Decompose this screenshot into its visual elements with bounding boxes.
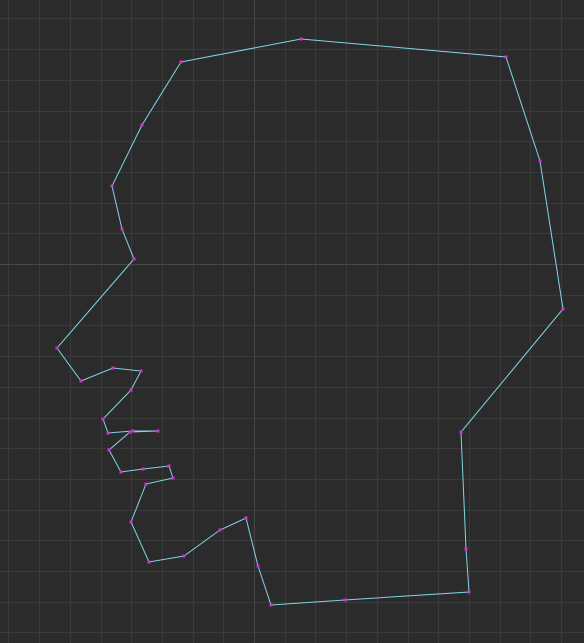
- vertex-handle[interactable]: [343, 598, 347, 602]
- vertex-handle[interactable]: [128, 430, 132, 434]
- vertex-handle[interactable]: [269, 603, 273, 607]
- vertex-handle[interactable]: [244, 516, 248, 520]
- vertex-handle[interactable]: [106, 431, 110, 435]
- vertex-handle[interactable]: [107, 448, 111, 452]
- vertex-handle[interactable]: [55, 346, 59, 350]
- vertex-handle[interactable]: [459, 430, 463, 434]
- vertex-handle[interactable]: [129, 520, 133, 524]
- vertex-handle[interactable]: [147, 560, 151, 564]
- vertex-handle[interactable]: [110, 184, 114, 188]
- vertex-handle[interactable]: [79, 379, 83, 383]
- grid-major-axes: [0, 0, 584, 643]
- vertex-handle[interactable]: [131, 429, 135, 433]
- vertex-handle[interactable]: [144, 482, 148, 486]
- vertex-handle[interactable]: [129, 388, 133, 392]
- vertex-handle[interactable]: [156, 429, 160, 433]
- vertex-handle[interactable]: [464, 547, 468, 551]
- vertex-handle[interactable]: [299, 37, 303, 41]
- grid-canvas[interactable]: [0, 0, 584, 643]
- vertex-handle[interactable]: [538, 159, 542, 163]
- vertex-handle[interactable]: [141, 467, 145, 471]
- head-profile-outline[interactable]: [56, 38, 564, 606]
- vertex-handle[interactable]: [119, 470, 123, 474]
- vertex-handle[interactable]: [101, 417, 105, 421]
- vertex-handle[interactable]: [132, 257, 136, 261]
- vertex-handle[interactable]: [561, 307, 565, 311]
- vertex-handle[interactable]: [120, 227, 124, 231]
- vertex-handle[interactable]: [467, 590, 471, 594]
- vertex-handle[interactable]: [182, 554, 186, 558]
- editor-viewport[interactable]: [0, 0, 584, 643]
- vertex-handle[interactable]: [179, 60, 183, 64]
- vertex-handle[interactable]: [504, 55, 508, 59]
- vertex-handle[interactable]: [218, 528, 222, 532]
- vertex-handle[interactable]: [140, 123, 144, 127]
- vertex-handle[interactable]: [167, 464, 171, 468]
- vertex-handle[interactable]: [171, 476, 175, 480]
- grid-minor-lines: [0, 0, 584, 643]
- vertex-handle[interactable]: [111, 366, 115, 370]
- vertex-handle[interactable]: [256, 564, 260, 568]
- vertex-handle[interactable]: [139, 369, 143, 373]
